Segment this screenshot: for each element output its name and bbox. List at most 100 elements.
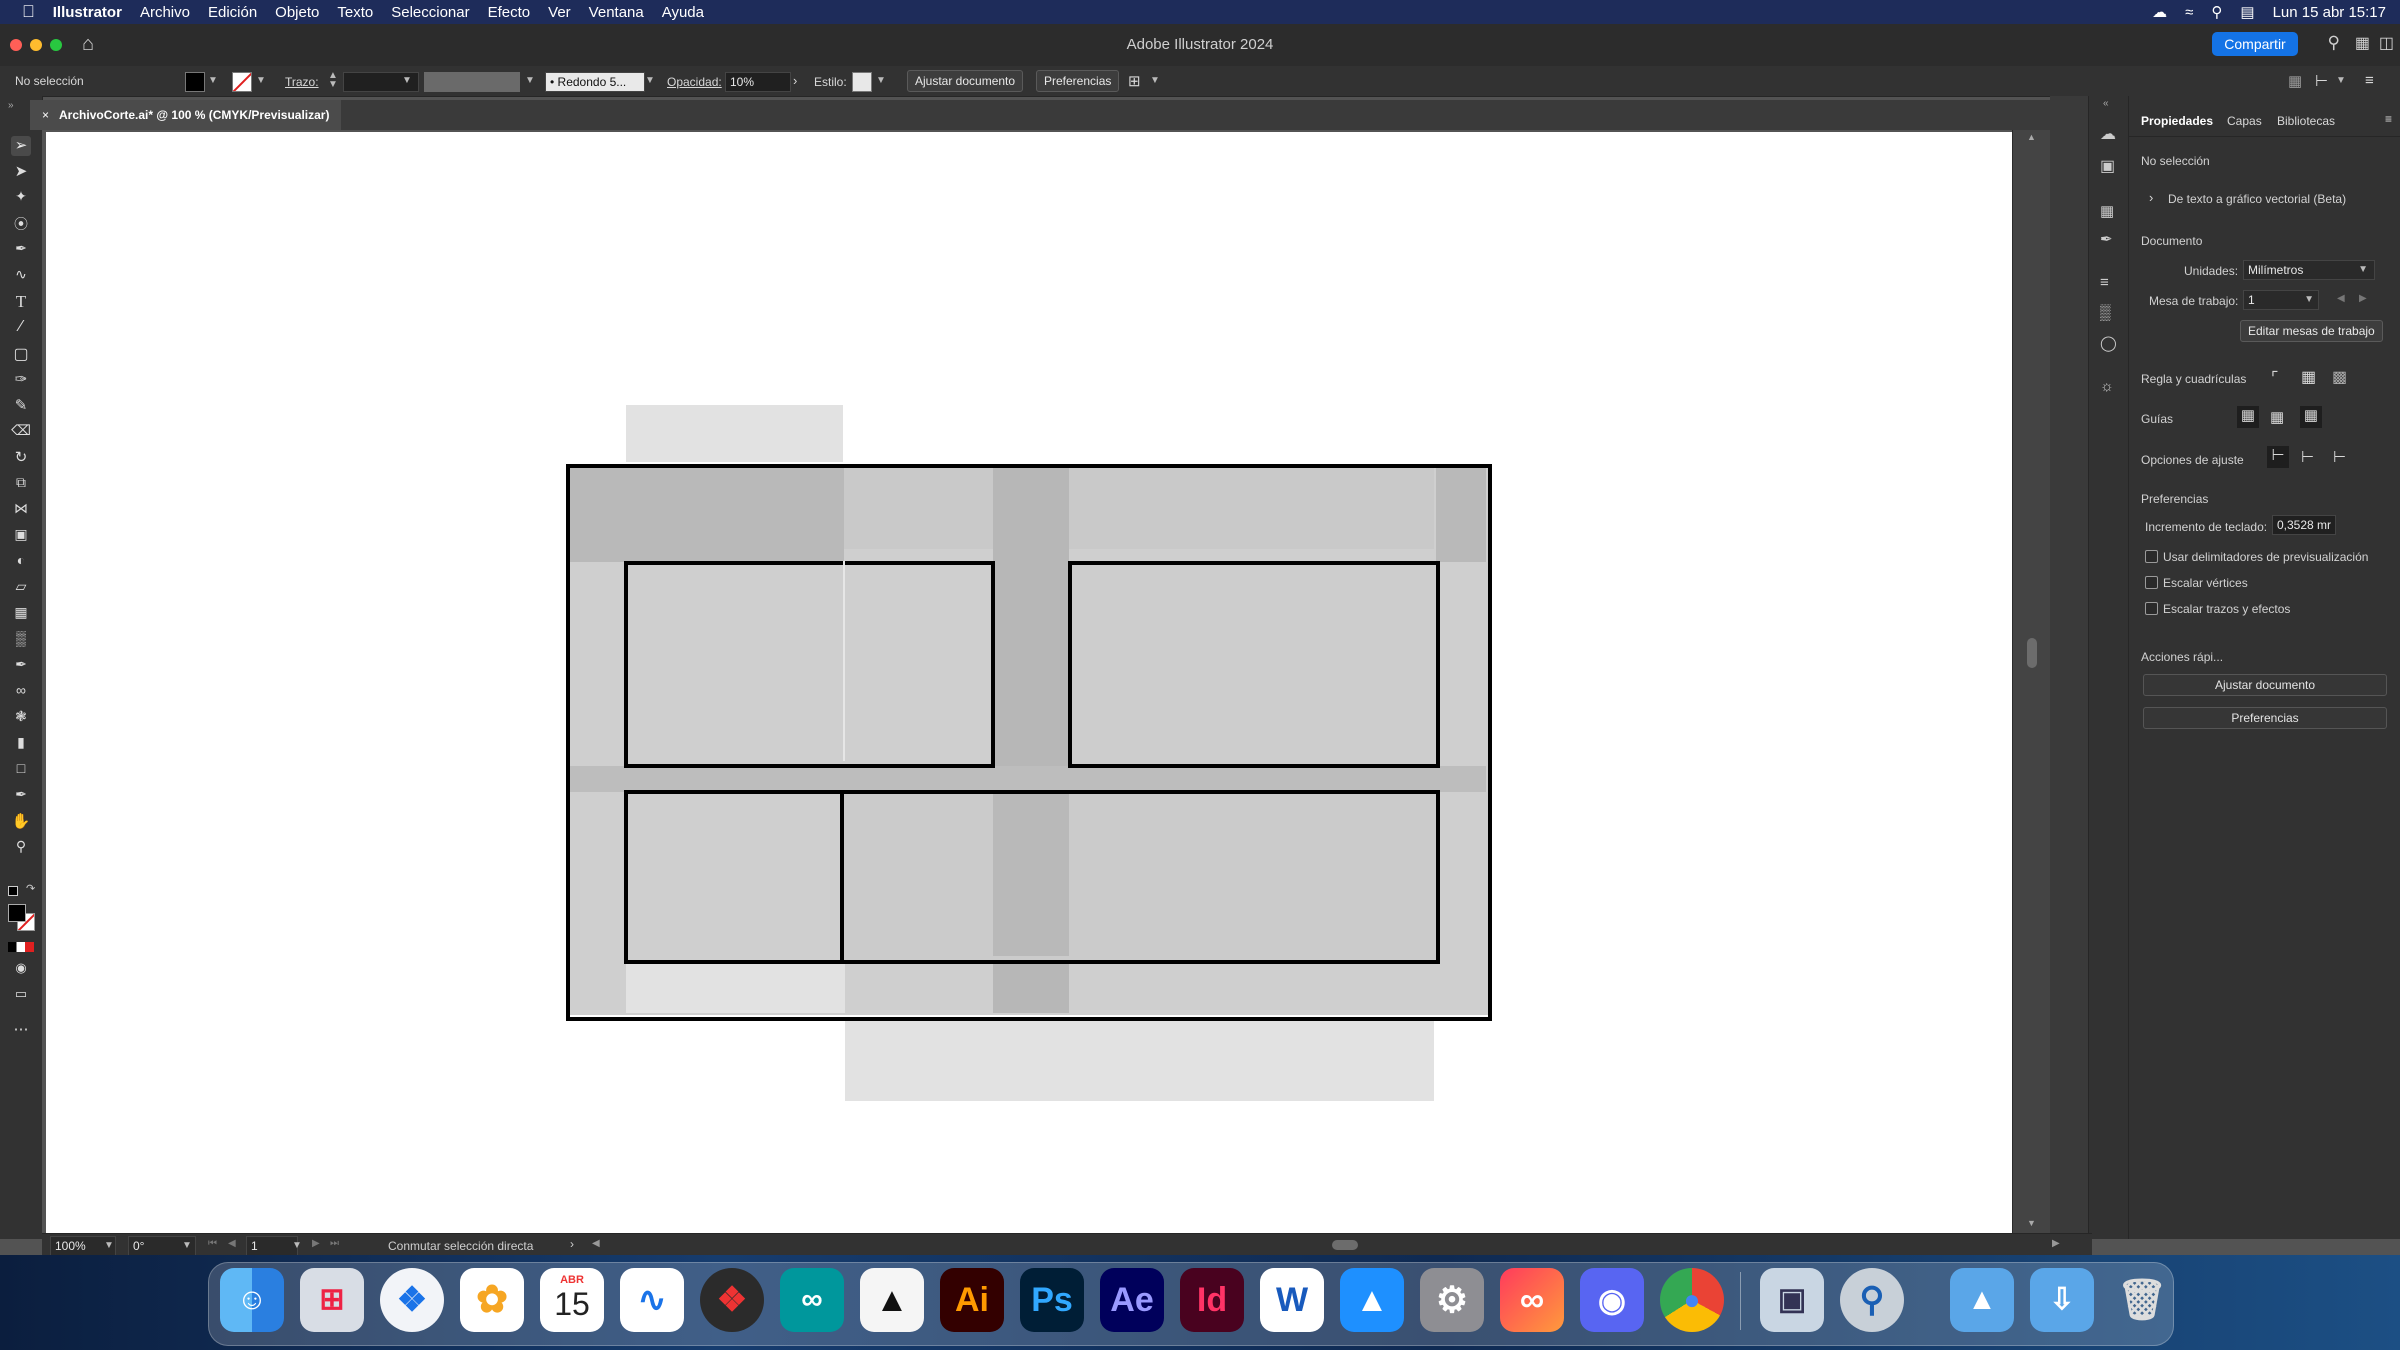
- more-tools-icon[interactable]: ⋯: [11, 1020, 31, 1040]
- creative-cloud-status-icon[interactable]: ☁: [2152, 3, 2167, 21]
- word-icon[interactable]: W: [1260, 1268, 1324, 1332]
- brushes-icon[interactable]: ✒: [2100, 230, 2113, 248]
- screen-mode-icon[interactable]: ▭: [11, 986, 31, 1006]
- color-guide-icon[interactable]: ▦: [2100, 202, 2114, 220]
- overlay-rect-bottom[interactable]: [845, 1018, 1434, 1101]
- rotation-chevron-icon[interactable]: ▼: [182, 1240, 192, 1251]
- menu-seleccionar[interactable]: Seleccionar: [382, 4, 478, 21]
- direct-selection-tool-icon[interactable]: ➤: [11, 162, 31, 182]
- snap-to-glyph-icon[interactable]: ⊢: [2333, 448, 2346, 466]
- close-tab-icon[interactable]: ×: [42, 108, 49, 122]
- applications-folder-icon[interactable]: ▲: [1950, 1268, 2014, 1332]
- search-icon[interactable]: ⚲: [2328, 33, 2340, 53]
- bottom-center-band[interactable]: [993, 794, 1069, 956]
- keyboard-increment-field[interactable]: 0,3528 mr: [2272, 515, 2336, 535]
- trash-icon[interactable]: 🗑: [2110, 1268, 2174, 1332]
- lasso-tool-icon[interactable]: ⦿: [11, 214, 31, 234]
- menu-efecto[interactable]: Efecto: [479, 4, 540, 21]
- next-artboard-icon[interactable]: ▶: [2359, 293, 2367, 304]
- chrome-icon[interactable]: ●: [1660, 1268, 1724, 1332]
- opacity-expand-chevron-icon[interactable]: ›: [793, 73, 797, 88]
- learn-icon[interactable]: ☁: [2100, 124, 2116, 144]
- freeform-icon[interactable]: ∿: [620, 1268, 684, 1332]
- document-tab[interactable]: × ArchivoCorte.ai* @ 100 % (CMYK/Previsua…: [30, 100, 342, 130]
- transparency-grid-icon[interactable]: ▩: [2332, 367, 2347, 387]
- preview-icon[interactable]: ▣: [1760, 1268, 1824, 1332]
- toolbar-collapse-icon[interactable]: »: [8, 100, 14, 111]
- stroke-weight-chevron-icon[interactable]: ▼: [402, 75, 412, 86]
- fit-document-button[interactable]: Ajustar documento: [907, 70, 1024, 92]
- mesh-tool-icon[interactable]: ▦: [11, 604, 31, 624]
- show-guides-icon[interactable]: ▦: [2237, 406, 2259, 428]
- menu-ayuda[interactable]: Ayuda: [653, 4, 713, 21]
- arrange-documents-icon[interactable]: ▦: [2355, 33, 2370, 53]
- artboard-number-field[interactable]: 1: [246, 1236, 298, 1256]
- app-store-icon[interactable]: ▲: [1340, 1268, 1404, 1332]
- rectangle-tool-icon[interactable]: ▢: [11, 344, 31, 364]
- scale-tool-icon[interactable]: ⧉: [11, 474, 31, 494]
- hscroll-left-icon[interactable]: ◀: [592, 1238, 600, 1249]
- libraries-icon[interactable]: ▣: [2100, 156, 2115, 176]
- after-effects-icon[interactable]: Ae: [1100, 1268, 1164, 1332]
- line-tool-icon[interactable]: ∕: [11, 318, 31, 338]
- status-menu-chevron-icon[interactable]: ›: [570, 1237, 574, 1251]
- pen-tool-icon[interactable]: ✒: [11, 240, 31, 260]
- opacity-field[interactable]: 10%: [725, 72, 791, 92]
- safari-icon[interactable]: ❖: [380, 1268, 444, 1332]
- snap-to-point-icon[interactable]: ⊢: [2267, 446, 2289, 468]
- preview-bounds-checkbox[interactable]: [2145, 550, 2158, 563]
- rulers-icon[interactable]: ⌜: [2271, 368, 2279, 388]
- gradient-panel-icon[interactable]: ▒: [2100, 304, 2111, 321]
- scale-corners-checkbox[interactable]: [2145, 576, 2158, 589]
- curvature-tool-icon[interactable]: ∿: [11, 266, 31, 286]
- prev-artboard-icon[interactable]: ◀: [2337, 293, 2345, 304]
- instruments-icon[interactable]: ❖: [700, 1268, 764, 1332]
- align-icon[interactable]: ⊢: [2315, 72, 2328, 90]
- selection-tool-icon[interactable]: ➢: [11, 136, 31, 156]
- menu-texto[interactable]: Texto: [328, 4, 382, 21]
- lock-guides-icon[interactable]: ▦: [2270, 408, 2284, 426]
- color-mode-buttons[interactable]: [8, 942, 34, 952]
- quick-fit-document-button[interactable]: Ajustar documento: [2143, 674, 2387, 696]
- wifi-icon[interactable]: ≈: [2185, 4, 2193, 21]
- shape-builder-tool-icon[interactable]: ◐: [11, 552, 31, 572]
- system-settings-icon[interactable]: ⚙: [1420, 1268, 1484, 1332]
- horizontal-scroll-thumb[interactable]: [1332, 1240, 1358, 1250]
- fill-color-indicator[interactable]: [8, 904, 26, 922]
- hand-tool-icon[interactable]: ✋: [11, 812, 31, 832]
- next-artboard-nav-icon[interactable]: ▶: [312, 1238, 320, 1249]
- panel-collapse-icon[interactable]: «: [2103, 98, 2109, 109]
- perspective-grid-tool-icon[interactable]: ▱: [11, 578, 31, 598]
- last-artboard-icon[interactable]: ⏭: [330, 1238, 339, 1249]
- style-swatch[interactable]: [852, 72, 872, 92]
- menubar-datetime[interactable]: Lun 15 abr 15:17: [2273, 4, 2386, 21]
- tab-capas[interactable]: Capas: [2227, 114, 2262, 128]
- downloads-folder-icon[interactable]: ⇩: [2030, 1268, 2094, 1332]
- cut-rect-bottom-right[interactable]: [840, 790, 1440, 964]
- preferences-button[interactable]: Preferencias: [1036, 70, 1120, 92]
- indesign-icon[interactable]: Id: [1180, 1268, 1244, 1332]
- style-chevron-icon[interactable]: ▼: [876, 75, 886, 86]
- grid-icon[interactable]: ▦: [2301, 367, 2316, 387]
- launchpad-icon[interactable]: ⊞: [300, 1268, 364, 1332]
- control-bar-menu-icon[interactable]: ≡: [2365, 72, 2374, 89]
- align-chevron-icon[interactable]: ▼: [2336, 75, 2346, 86]
- blend-tool-icon[interactable]: ∞: [11, 682, 31, 702]
- appearance-panel-icon[interactable]: ☼: [2100, 378, 2114, 395]
- width-tool-icon[interactable]: ⋈: [11, 500, 31, 520]
- free-transform-tool-icon[interactable]: ▣: [11, 526, 31, 546]
- brush-definition-field[interactable]: • Redondo 5...: [545, 72, 645, 92]
- rotate-tool-icon[interactable]: ↻: [11, 448, 31, 468]
- artboard-tool-icon[interactable]: □: [11, 760, 31, 780]
- scroll-down-icon[interactable]: ▼: [2027, 1218, 2036, 1228]
- arduino-icon[interactable]: ∞: [780, 1268, 844, 1332]
- default-colors-icon[interactable]: [8, 886, 18, 896]
- artboard[interactable]: [46, 132, 2012, 1233]
- snap-to-pixel-icon[interactable]: ⊢: [2301, 448, 2314, 466]
- scale-strokes-checkbox[interactable]: [2145, 602, 2158, 615]
- text-to-vector-section[interactable]: De texto a gráfico vectorial (Beta): [2168, 192, 2346, 206]
- spotlight-search-icon[interactable]: ⚲: [2211, 3, 2222, 21]
- shaper-tool-icon[interactable]: ✎: [11, 396, 31, 416]
- scroll-up-icon[interactable]: ▲: [2027, 132, 2036, 142]
- stroke-panel-icon[interactable]: ≡: [2100, 274, 2109, 291]
